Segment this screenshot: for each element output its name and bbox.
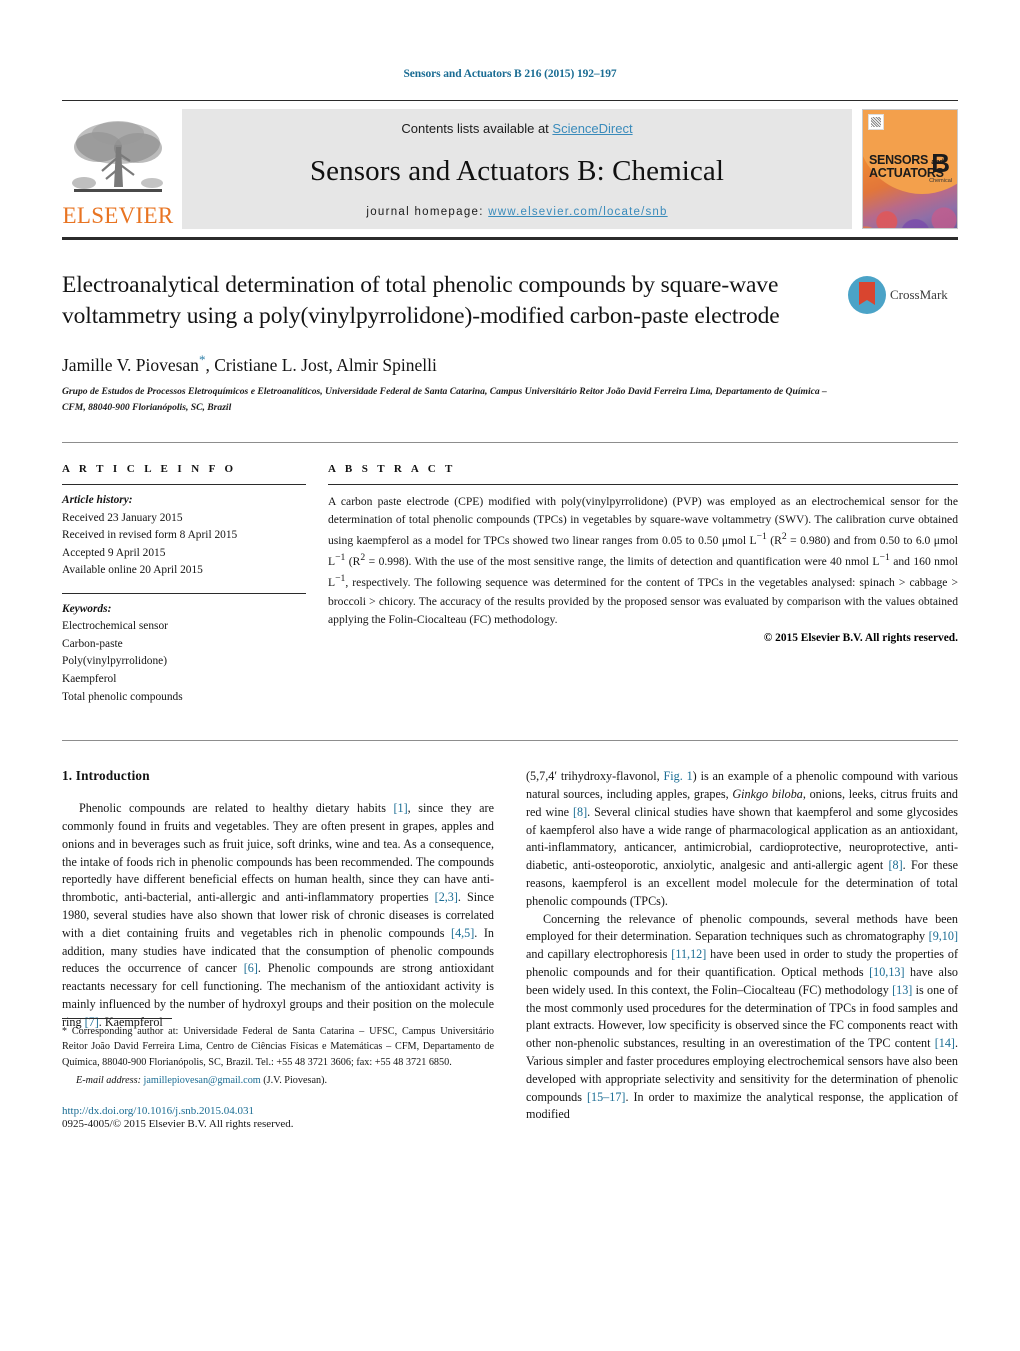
article-history-group: Article history: Received 23 January 201…: [62, 492, 306, 580]
keywords-label: Keywords:: [62, 602, 112, 615]
elsevier-logo: ELSEVIER: [62, 109, 174, 229]
homepage-label: journal homepage:: [366, 206, 484, 218]
email-link[interactable]: jamillepiovesan@gmail.com: [144, 1075, 261, 1086]
header-divider: [62, 100, 958, 101]
journal-masthead: ELSEVIER Contents lists available at Sci…: [62, 109, 958, 229]
title-bottom-rule: [62, 441, 958, 443]
intro-paragraph-left: Phenolic compounds are related to health…: [62, 801, 495, 1029]
doi-link[interactable]: http://dx.doi.org/10.1016/j.snb.2015.04.…: [62, 1105, 494, 1117]
abstract-rule: [328, 483, 958, 485]
keyword-item: Total phenolic compounds: [62, 690, 183, 703]
sciencedirect-link[interactable]: ScienceDirect: [552, 121, 632, 136]
abstract-copyright: © 2015 Elsevier B.V. All rights reserved…: [763, 631, 958, 644]
abstract-bottom-rule: [62, 740, 958, 742]
intro-paragraph-right-1: (5,7,4′ trihydroxy-flavonol, Fig. 1) is …: [526, 769, 959, 908]
masthead-bottom-rule: [62, 237, 958, 240]
footnote-marker: *: [62, 1025, 67, 1037]
section-heading-introduction: 1. Introduction: [62, 768, 150, 784]
footnote-text: Corresponding author at: Universidade Fe…: [62, 1025, 495, 1068]
email-attribution: (J.V. Piovesan).: [263, 1074, 328, 1086]
history-item: Received 23 January 2015: [62, 511, 183, 524]
history-item: Accepted 9 April 2015: [62, 546, 166, 559]
journal-homepage-line: journal homepage: www.elsevier.com/locat…: [366, 206, 667, 218]
keyword-item: Carbon-paste: [62, 637, 123, 650]
email-label: E-mail address:: [76, 1074, 141, 1086]
footnote-block: * Corresponding author at: Universidade …: [62, 1017, 494, 1130]
title-block: Electroanalytical determination of total…: [62, 270, 958, 416]
article-page: Sensors and Actuators B 216 (2015) 192–1…: [0, 0, 1020, 1351]
keywords-group: Keywords: Electrochemical sensor Carbon-…: [62, 601, 306, 706]
body-columns: 1. Introduction Phenolic compounds are r…: [62, 768, 958, 1130]
keyword-item: Kaempferol: [62, 673, 117, 686]
running-head: Sensors and Actuators B 216 (2015) 192–1…: [403, 68, 617, 80]
cover-line1: SENSORS: [869, 153, 929, 167]
body-column-left: 1. Introduction Phenolic compounds are r…: [62, 768, 495, 1130]
intro-paragraph-right-2: Concerning the relevance of phenolic com…: [526, 911, 959, 1122]
keywords-rule: [62, 592, 306, 594]
body-column-right: (5,7,4′ trihydroxy-flavonol, Fig. 1) is …: [526, 768, 958, 1124]
doi-block: http://dx.doi.org/10.1016/j.snb.2015.04.…: [62, 1105, 494, 1130]
author-first: Jamille V. Piovesan: [62, 354, 199, 375]
issn-copyright: 0925-4005/© 2015 Elsevier B.V. All right…: [62, 1118, 294, 1131]
abstract-text: A carbon paste electrode (CPE) modified …: [328, 494, 958, 626]
elsevier-wordmark: ELSEVIER: [62, 203, 174, 228]
abstract-heading: A B S T R A C T: [328, 462, 456, 475]
masthead-center: Contents lists available at ScienceDirec…: [182, 109, 852, 229]
journal-title: Sensors and Actuators B: Chemical: [309, 154, 725, 187]
crossmark-badge-wrap[interactable]: CrossMark: [848, 270, 958, 416]
article-info-heading: A R T I C L E I N F O: [62, 462, 237, 475]
info-abstract-section: A R T I C L E I N F O Article history: R…: [62, 463, 958, 706]
cover-series-letter: B: [931, 148, 950, 178]
cover-elsevier-mark-icon: [868, 114, 884, 130]
crossmark-label: CrossMark: [890, 287, 948, 302]
crossmark-icon: [848, 276, 886, 314]
cover-series-subtitle: Chemical: [929, 178, 952, 184]
corresponding-author-footnote: * Corresponding author at: Universidade …: [62, 1024, 494, 1070]
journal-cover-thumbnail[interactable]: SENSORS and ACTUATORS B Chemical: [862, 109, 958, 229]
article-info-column: A R T I C L E I N F O Article history: R…: [62, 463, 328, 706]
article-history-label: Article history:: [62, 493, 133, 506]
history-item: Received in revised form 8 April 2015: [62, 529, 238, 542]
article-info-rule: [62, 483, 306, 485]
keyword-item: Electrochemical sensor: [62, 620, 168, 633]
footnote-rule: [62, 1017, 172, 1019]
abstract-column: A B S T R A C T A carbon paste electrode…: [328, 463, 958, 706]
author-list: Jamille V. Piovesan*, Cristiane L. Jost,…: [62, 352, 832, 376]
author-rest: , Cristiane L. Jost, Almir Spinelli: [205, 354, 437, 375]
keyword-item: Poly(vinylpyrrolidone): [62, 655, 168, 668]
page-title: Electroanalytical determination of total…: [62, 272, 780, 330]
journal-homepage-link[interactable]: www.elsevier.com/locate/snb: [488, 206, 667, 218]
contents-prefix: Contents lists available at: [401, 121, 553, 136]
contents-list-line: Contents lists available at ScienceDirec…: [401, 121, 632, 136]
email-footnote: E-mail address: jamillepiovesan@gmail.co…: [62, 1073, 494, 1088]
elsevier-tree-icon: [72, 121, 163, 192]
history-item: Available online 20 April 2015: [62, 564, 203, 577]
affiliation: Grupo de Estudos de Processos Eletroquím…: [62, 386, 827, 414]
